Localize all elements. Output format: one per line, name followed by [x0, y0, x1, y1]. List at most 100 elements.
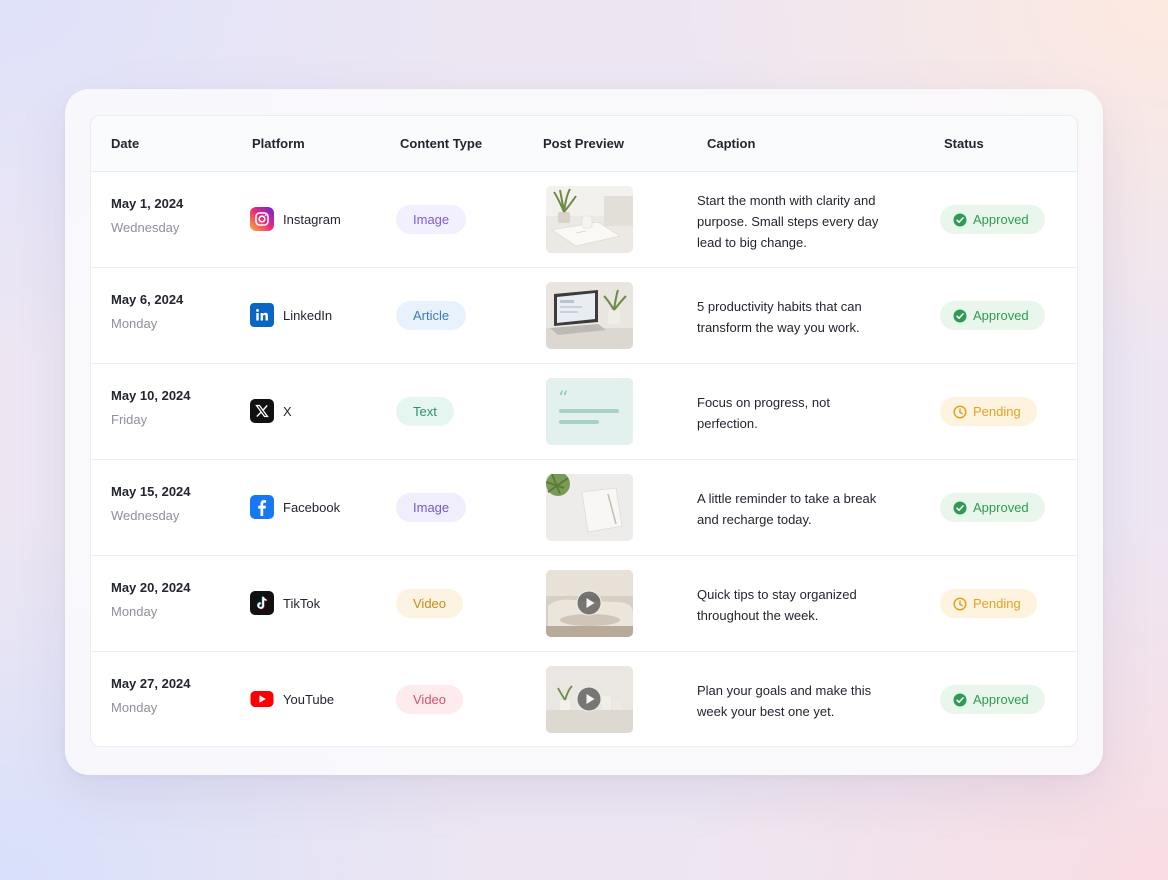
- post-weekday: Wednesday: [111, 508, 180, 523]
- post-date: May 15, 2024: [111, 484, 191, 499]
- content-type-badge: Text: [396, 397, 454, 426]
- platform-name: Instagram: [283, 211, 341, 227]
- post-preview-cell[interactable]: “: [546, 378, 633, 445]
- check-circle-icon: [953, 213, 973, 227]
- platform-cell: Instagram: [250, 207, 341, 231]
- caption-cell: Quick tips to stay organized throughout …: [697, 584, 887, 626]
- content-table: Date Platform Content Type Post Preview …: [90, 115, 1078, 747]
- caption-cell: 5 productivity habits that can transform…: [697, 296, 887, 338]
- instagram-icon: [250, 207, 283, 231]
- post-weekday: Monday: [111, 316, 158, 331]
- post-date: May 20, 2024: [111, 580, 191, 595]
- platform-cell: X: [250, 399, 292, 423]
- status-label: Approved: [973, 212, 1029, 227]
- status-label: Pending: [973, 404, 1021, 419]
- date-cell: May 1, 2024 Wednesday: [111, 196, 183, 235]
- post-preview-cell[interactable]: [546, 186, 633, 253]
- header-post-preview[interactable]: Post Preview: [543, 116, 624, 172]
- platform-cell: YouTube: [250, 687, 334, 711]
- status-badge[interactable]: Approved: [940, 685, 1045, 714]
- platform-name: TikTok: [283, 595, 321, 611]
- header-content-type[interactable]: Content Type: [400, 116, 482, 172]
- post-date: May 1, 2024: [111, 196, 184, 211]
- table-row[interactable]: May 1, 2024 Wednesday Instagram Image St…: [91, 172, 1077, 268]
- content-type-cell: Article: [396, 301, 467, 330]
- post-preview-cell[interactable]: [546, 570, 633, 637]
- post-preview-cell[interactable]: [546, 666, 633, 733]
- post-preview-thumbnail[interactable]: “: [546, 378, 633, 445]
- post-preview-cell[interactable]: [546, 474, 633, 541]
- status-badge[interactable]: Pending: [940, 589, 1037, 618]
- check-circle-icon: [953, 693, 973, 707]
- status-badge[interactable]: Approved: [940, 205, 1045, 234]
- platform-name: Facebook: [283, 499, 341, 515]
- status-label: Approved: [973, 500, 1029, 515]
- post-caption: Focus on progress, not perfection.: [697, 395, 830, 431]
- post-preview-thumbnail[interactable]: [546, 570, 633, 637]
- post-weekday: Monday: [111, 700, 158, 715]
- post-preview-thumbnail[interactable]: [546, 666, 633, 733]
- status-cell: Pending: [940, 397, 1037, 426]
- facebook-icon: [250, 495, 283, 519]
- tiktok-icon: [250, 591, 283, 615]
- post-date: May 27, 2024: [111, 676, 191, 691]
- status-badge[interactable]: Approved: [940, 493, 1045, 522]
- post-caption: Plan your goals and make this week your …: [697, 683, 872, 719]
- clock-icon: [953, 596, 973, 611]
- table-row[interactable]: May 20, 2024 Monday TikTok Video Quick t…: [91, 556, 1077, 652]
- table-body: May 1, 2024 Wednesday Instagram Image St…: [91, 172, 1077, 746]
- status-badge[interactable]: Approved: [940, 301, 1045, 330]
- content-type-cell: Image: [396, 205, 467, 234]
- status-label: Approved: [973, 692, 1029, 707]
- date-cell: May 27, 2024 Monday: [111, 676, 191, 715]
- status-cell: Approved: [940, 301, 1045, 330]
- post-caption: 5 productivity habits that can transform…: [697, 299, 862, 335]
- content-calendar-card: Date Platform Content Type Post Preview …: [65, 89, 1103, 775]
- post-caption: Start the month with clarity and purpose…: [697, 193, 879, 250]
- platform-name: LinkedIn: [283, 307, 333, 323]
- post-preview-thumbnail[interactable]: [546, 186, 633, 253]
- status-badge[interactable]: Pending: [940, 397, 1037, 426]
- post-caption: Quick tips to stay organized throughout …: [697, 587, 857, 623]
- table-row[interactable]: May 15, 2024 Wednesday Facebook Image A …: [91, 460, 1077, 556]
- platform-cell: Facebook: [250, 495, 340, 519]
- post-date: May 6, 2024: [111, 292, 184, 307]
- x-icon: [250, 399, 283, 423]
- content-type-badge: Article: [396, 301, 467, 330]
- date-cell: May 20, 2024 Monday: [111, 580, 191, 619]
- status-cell: Approved: [940, 685, 1045, 714]
- date-cell: May 15, 2024 Wednesday: [111, 484, 191, 523]
- platform-cell: TikTok: [250, 591, 320, 615]
- post-caption: A little reminder to take a break and re…: [697, 491, 877, 527]
- content-type-badge: Video: [396, 589, 464, 618]
- platform-name: YouTube: [283, 691, 335, 707]
- post-weekday: Monday: [111, 604, 158, 619]
- content-type-cell: Video: [396, 685, 464, 714]
- header-date[interactable]: Date: [111, 116, 139, 172]
- status-cell: Approved: [940, 205, 1045, 234]
- header-platform[interactable]: Platform: [252, 116, 305, 172]
- table-row[interactable]: May 6, 2024 Monday LinkedIn Article 5 pr…: [91, 268, 1077, 364]
- header-caption[interactable]: Caption: [707, 116, 755, 172]
- svg-text:“: “: [558, 386, 568, 410]
- status-cell: Approved: [940, 493, 1045, 522]
- caption-cell: Focus on progress, not perfection.: [697, 392, 887, 434]
- header-status[interactable]: Status: [944, 116, 984, 172]
- post-preview-thumbnail[interactable]: [546, 282, 633, 349]
- status-cell: Pending: [940, 589, 1037, 618]
- post-preview-thumbnail[interactable]: [546, 474, 633, 541]
- date-cell: May 10, 2024 Friday: [111, 388, 191, 427]
- post-preview-cell[interactable]: [546, 282, 633, 349]
- content-type-cell: Text: [396, 397, 454, 426]
- content-type-badge: Image: [396, 493, 467, 522]
- platform-name: X: [283, 403, 292, 419]
- content-type-cell: Image: [396, 493, 467, 522]
- table-row[interactable]: May 27, 2024 Monday YouTube Video Plan y…: [91, 652, 1077, 746]
- date-cell: May 6, 2024 Monday: [111, 292, 183, 331]
- clock-icon: [953, 404, 973, 419]
- content-type-badge: Video: [396, 685, 464, 714]
- post-date: May 10, 2024: [111, 388, 191, 403]
- check-circle-icon: [953, 309, 973, 323]
- table-row[interactable]: May 10, 2024 Friday X Text “ Focus on pr…: [91, 364, 1077, 460]
- status-label: Pending: [973, 596, 1021, 611]
